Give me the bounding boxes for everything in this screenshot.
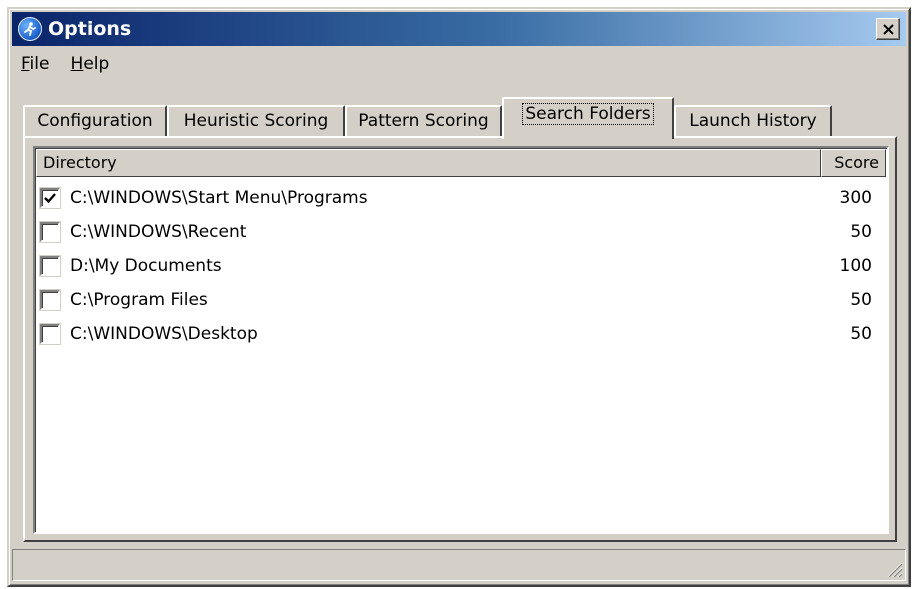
tab-heuristic-scoring[interactable]: Heuristic Scoring: [167, 105, 345, 137]
title-bar[interactable]: Options: [12, 12, 906, 46]
folder-score: 100: [839, 256, 872, 276]
folder-row[interactable]: C:\WINDOWS\Start Menu\Programs 300: [36, 181, 886, 215]
folder-path: C:\WINDOWS\Start Menu\Programs: [70, 188, 368, 208]
folder-score: 50: [850, 324, 872, 344]
folder-path: C:\WINDOWS\Recent: [70, 222, 247, 242]
close-button[interactable]: [876, 18, 900, 40]
status-bar: [12, 549, 906, 581]
folder-path: C:\WINDOWS\Desktop: [70, 324, 258, 344]
window-title: Options: [48, 18, 132, 40]
folder-score: 50: [850, 290, 872, 310]
folder-path: C:\Program Files: [70, 290, 208, 310]
tab-search-folders[interactable]: Search Folders: [502, 97, 674, 139]
search-folders-panel: Directory Score C:\WINDOWS\Start Menu\Pr…: [23, 136, 897, 542]
list-rows: C:\WINDOWS\Start Menu\Programs 300 C:\WIND…: [36, 181, 886, 351]
folder-row[interactable]: D:\My Documents 100: [36, 249, 886, 283]
tab-pattern-scoring[interactable]: Pattern Scoring: [345, 105, 502, 137]
runner-app-icon: [18, 17, 42, 41]
checkmark-icon: [44, 193, 56, 204]
menu-help[interactable]: Help: [63, 51, 118, 77]
folder-checkbox[interactable]: [40, 222, 60, 242]
close-icon: [883, 24, 894, 35]
folder-path: D:\My Documents: [70, 256, 222, 276]
resize-grip-icon[interactable]: [885, 560, 903, 578]
tab-configuration[interactable]: Configuration: [23, 105, 167, 137]
menu-bar: File Help: [13, 51, 117, 79]
folder-checkbox[interactable]: [40, 324, 60, 344]
column-header-directory[interactable]: Directory: [36, 149, 821, 177]
folder-row[interactable]: C:\WINDOWS\Recent 50: [36, 215, 886, 249]
folder-score: 50: [850, 222, 872, 242]
folder-score: 300: [839, 188, 872, 208]
list-header: Directory Score: [36, 149, 886, 177]
folder-row[interactable]: C:\WINDOWS\Desktop 50: [36, 317, 886, 351]
folder-checkbox[interactable]: [40, 290, 60, 310]
column-header-score[interactable]: Score: [821, 149, 886, 177]
folder-row[interactable]: C:\Program Files 50: [36, 283, 886, 317]
tab-launch-history[interactable]: Launch History: [674, 105, 832, 137]
folder-checkbox[interactable]: [40, 256, 60, 276]
folder-checkbox[interactable]: [40, 188, 60, 208]
folder-list[interactable]: Directory Score C:\WINDOWS\Start Menu\Pr…: [33, 146, 889, 534]
options-window: Options File Help Configuration Heuristi…: [7, 7, 911, 587]
menu-file[interactable]: File: [13, 51, 57, 77]
